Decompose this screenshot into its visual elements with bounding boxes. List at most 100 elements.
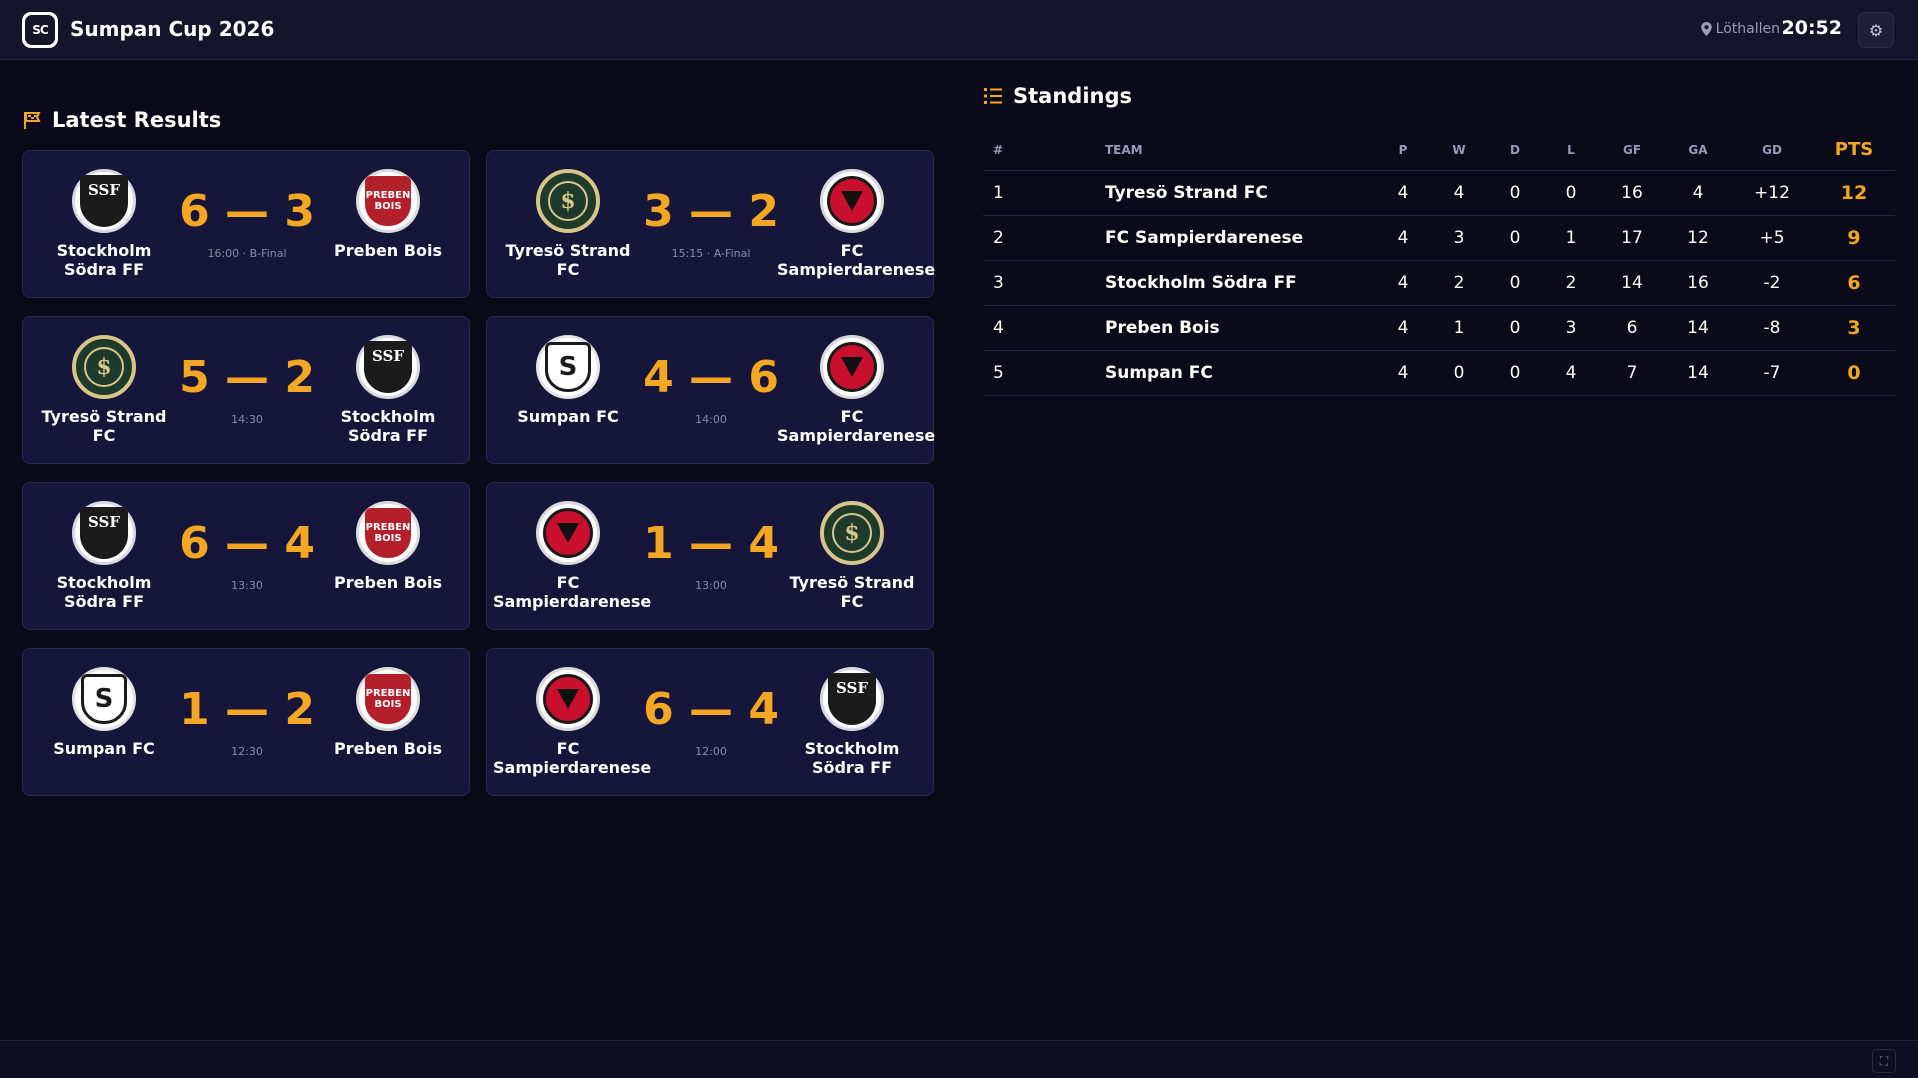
- away-team: $ Tyresö Strand FC: [777, 501, 927, 611]
- cell-goals-against: 16: [1665, 260, 1731, 306]
- match-card[interactable]: S Sumpan FC 1 — 2 12:30 PREBEN BOIS Preben Boi…: [22, 648, 470, 796]
- away-team: FC Sampierdarenese: [777, 169, 936, 279]
- match-meta: 14:00: [695, 413, 727, 426]
- table-row: 1 Tyresö Strand FC 4 4 0 0 16 4 +12 12: [983, 170, 1895, 216]
- cell-goals-for: 14: [1599, 260, 1665, 306]
- match-meta: 14:30: [231, 413, 263, 426]
- cell-drawn: 0: [1487, 350, 1543, 396]
- cell-goals-against: 14: [1665, 350, 1731, 396]
- flag-icon: [22, 110, 42, 130]
- cell-played: 4: [1375, 170, 1431, 216]
- match-card[interactable]: $ Tyresö Strand FC 5 — 2 14:30 SSF Stockholm …: [22, 316, 470, 464]
- home-team: FC Sampierdarenese: [493, 667, 652, 777]
- home-team-name: FC Sampierdarenese: [493, 739, 652, 777]
- home-team-name: Sumpan FC: [53, 739, 155, 758]
- cell-won: 2: [1431, 260, 1487, 306]
- cell-goal-diff: +12: [1731, 170, 1813, 216]
- away-team-name: Preben Bois: [334, 739, 442, 758]
- team-crest: [820, 335, 884, 399]
- match-score: 6 — 4: [179, 518, 315, 569]
- home-team: S Sumpan FC: [493, 335, 643, 426]
- cell-goals-for: 6: [1599, 305, 1665, 351]
- away-team-name: Tyresö Strand FC: [789, 573, 915, 611]
- away-team: PREBEN BOIS Preben Bois: [313, 667, 463, 758]
- cell-played: 4: [1375, 350, 1431, 396]
- home-team-name: Stockholm Södra FF: [56, 241, 152, 279]
- col-header-goal-diff: GD: [1731, 130, 1813, 171]
- team-crest: [820, 169, 884, 233]
- venue-label: Löthallen: [1700, 21, 1780, 37]
- team-crest: PREBEN BOIS: [356, 501, 420, 565]
- cell-team: Sumpan FC: [1039, 350, 1375, 396]
- match-card[interactable]: S Sumpan FC 4 — 6 14:00 FC Sampierdarenese: [486, 316, 936, 464]
- col-header-goals-against: GA: [1665, 130, 1731, 171]
- match-score: 5 — 2: [179, 352, 315, 403]
- cell-points: 12: [1813, 170, 1895, 216]
- match-meta: 12:30: [231, 745, 263, 758]
- cell-goal-diff: -7: [1731, 350, 1813, 396]
- match-score: 3 — 2: [643, 186, 779, 237]
- team-crest: $: [72, 335, 136, 399]
- cell-won: 3: [1431, 215, 1487, 261]
- cell-goals-for: 17: [1599, 215, 1665, 261]
- match-card[interactable]: FC Sampierdarenese 6 — 4 12:00 SSF Stockholm…: [486, 648, 934, 796]
- match-meta: 16:00 · B-Final: [207, 247, 287, 260]
- latest-results-title: Latest Results: [52, 108, 222, 132]
- cell-goal-diff: -2: [1731, 260, 1813, 306]
- location-pin-icon: [1700, 22, 1712, 36]
- app-title: Sumpan Cup 2026: [70, 17, 275, 41]
- match-card[interactable]: SSF Stockholm Södra FF 6 — 3 16:00 · B-Fina…: [22, 150, 470, 298]
- cell-points: 9: [1813, 215, 1895, 261]
- standings-title: Standings: [1013, 84, 1132, 108]
- gear-icon: ⚙: [1868, 20, 1884, 40]
- table-row: 2 FC Sampierdarenese 4 3 0 1 17 12 +5 9: [983, 215, 1895, 261]
- table-row: 5 Sumpan FC 4 0 0 4 7 14 -7 0: [983, 350, 1895, 396]
- cell-lost: 0: [1543, 170, 1599, 216]
- cell-team: Stockholm Södra FF: [1039, 260, 1375, 306]
- col-header-played: P: [1375, 130, 1431, 171]
- match-card[interactable]: SSF Stockholm Södra FF 6 — 4 13:30 PREBEN BOI…: [22, 482, 470, 630]
- team-crest: SSF: [72, 169, 136, 233]
- cell-lost: 4: [1543, 350, 1599, 396]
- cell-goals-against: 14: [1665, 305, 1731, 351]
- col-header-position: #: [983, 130, 1039, 171]
- col-header-lost: L: [1543, 130, 1599, 171]
- app-logo: SC: [22, 12, 58, 48]
- away-team-name: FC Sampierdarenese: [777, 241, 936, 279]
- cell-drawn: 0: [1487, 215, 1543, 261]
- cell-goals-for: 7: [1599, 350, 1665, 396]
- match-meta: 12:00: [695, 745, 727, 758]
- table-row: 3 Stockholm Södra FF 4 2 0 2 14 16 -2 6: [983, 260, 1895, 306]
- team-crest: SSF: [356, 335, 420, 399]
- team-crest: [536, 667, 600, 731]
- clock: 20:52: [1781, 17, 1842, 39]
- cell-won: 4: [1431, 170, 1487, 216]
- home-team: SSF Stockholm Södra FF: [29, 169, 179, 279]
- home-team: FC Sampierdarenese: [493, 501, 652, 611]
- match-score: 6 — 3: [179, 186, 315, 237]
- away-team: FC Sampierdarenese: [777, 335, 936, 445]
- away-team: PREBEN BOIS Preben Bois: [313, 169, 463, 260]
- team-crest: SSF: [72, 501, 136, 565]
- home-team-name: Tyresö Strand FC: [41, 407, 167, 445]
- match-card[interactable]: FC Sampierdarenese 1 — 4 13:00 $ Tyresö Stra…: [486, 482, 934, 630]
- col-header-goals-for: GF: [1599, 130, 1665, 171]
- match-card[interactable]: $ Tyresö Strand FC 3 — 2 15:15 · A-Final FC …: [486, 150, 936, 298]
- away-team: SSF Stockholm Södra FF: [313, 335, 463, 445]
- cell-team: FC Sampierdarenese: [1039, 215, 1375, 261]
- list-icon: [983, 86, 1003, 106]
- cell-position: 1: [983, 170, 1039, 216]
- settings-button[interactable]: ⚙: [1858, 12, 1894, 48]
- fullscreen-button[interactable]: ⛶: [1872, 1049, 1896, 1073]
- cell-position: 4: [983, 305, 1039, 351]
- cell-lost: 1: [1543, 215, 1599, 261]
- team-crest: $: [536, 169, 600, 233]
- cell-played: 4: [1375, 305, 1431, 351]
- cell-lost: 2: [1543, 260, 1599, 306]
- away-team-name: FC Sampierdarenese: [777, 407, 936, 445]
- cell-points: 6: [1813, 260, 1895, 306]
- cell-team: Tyresö Strand FC: [1039, 170, 1375, 216]
- home-team: $ Tyresö Strand FC: [29, 335, 179, 445]
- match-score: 4 — 6: [643, 352, 779, 403]
- home-team-name: FC Sampierdarenese: [493, 573, 652, 611]
